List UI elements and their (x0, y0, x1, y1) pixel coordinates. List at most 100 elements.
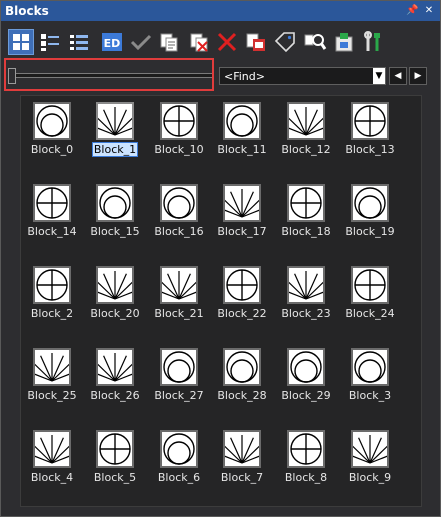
block-item[interactable]: Block_28 (211, 342, 273, 422)
block-thumbnail[interactable] (33, 266, 71, 304)
block-item[interactable]: Block_18 (275, 178, 337, 258)
block-item[interactable]: Block_0 (21, 96, 83, 176)
tools-icon[interactable] (361, 30, 385, 54)
block-thumbnail[interactable] (96, 266, 134, 304)
find-icon[interactable] (303, 30, 327, 54)
block-item[interactable]: Block_14 (21, 178, 83, 258)
pin-icon[interactable]: 📌 (406, 4, 418, 18)
block-editor-icon[interactable]: ED (100, 30, 124, 54)
block-label-text: Block_8 (284, 471, 328, 484)
block-item[interactable]: Block_10 (148, 96, 210, 176)
block-label-text: Block_4 (30, 471, 74, 484)
block-label-text: Block_29 (281, 389, 331, 402)
block-label: Block_7 (211, 470, 273, 485)
block-item[interactable]: Block_8 (275, 424, 337, 504)
block-thumbnail[interactable] (160, 184, 198, 222)
block-item[interactable]: Block_20 (84, 260, 146, 340)
checkmark-icon[interactable] (129, 30, 153, 54)
chevron-down-icon[interactable]: ▼ (373, 68, 385, 84)
block-thumbnail[interactable] (351, 348, 389, 386)
block-item[interactable]: Block_11 (211, 96, 273, 176)
block-label-text: Block_14 (27, 225, 77, 238)
block-thumbnail[interactable] (33, 348, 71, 386)
block-item[interactable]: Block_3 (339, 342, 401, 422)
block-item[interactable]: Block_6 (148, 424, 210, 504)
block-thumbnail[interactable] (96, 102, 134, 140)
block-item[interactable]: Block_13 (339, 96, 401, 176)
block-thumbnail[interactable] (160, 102, 198, 140)
block-thumbnail[interactable] (33, 430, 71, 468)
insert-icon[interactable] (332, 30, 356, 54)
block-thumbnail[interactable] (223, 430, 261, 468)
previous-result-button[interactable]: ◀ (389, 67, 407, 85)
block-label: Block_0 (21, 142, 83, 157)
block-item[interactable]: Block_15 (84, 178, 146, 258)
block-item[interactable]: Block_24 (339, 260, 401, 340)
copy-block-icon[interactable] (157, 30, 181, 54)
block-item[interactable]: Block_17 (211, 178, 273, 258)
block-thumbnail[interactable] (351, 102, 389, 140)
block-item[interactable]: Block_25 (21, 342, 83, 422)
block-thumbnail[interactable] (96, 430, 134, 468)
block-item[interactable]: Block_21 (148, 260, 210, 340)
block-item[interactable]: Block_22 (211, 260, 273, 340)
paste-block-icon[interactable] (244, 30, 268, 54)
next-result-button[interactable]: ▶ (409, 67, 427, 85)
list-view-icon[interactable] (67, 30, 91, 54)
block-label-text: Block_23 (281, 307, 331, 320)
red-x-icon[interactable] (215, 30, 239, 54)
block-thumbnail[interactable] (287, 102, 325, 140)
block-label-text: Block_7 (220, 471, 264, 484)
tag-icon[interactable] (273, 30, 297, 54)
block-thumbnail[interactable] (223, 184, 261, 222)
block-label-text: Block_2 (30, 307, 74, 320)
large-icons-view-icon[interactable] (8, 29, 34, 55)
block-item[interactable]: Block_16 (148, 178, 210, 258)
block-item[interactable]: Block_5 (84, 424, 146, 504)
block-item[interactable]: Block_27 (148, 342, 210, 422)
block-label-text: Block_16 (154, 225, 204, 238)
block-thumbnail[interactable] (351, 430, 389, 468)
block-item[interactable]: Block_7 (211, 424, 273, 504)
block-thumbnail[interactable] (287, 348, 325, 386)
block-item[interactable]: Block_12 (275, 96, 337, 176)
delete-block-icon[interactable] (187, 30, 211, 54)
block-thumbnail[interactable] (287, 430, 325, 468)
block-label-text: Block_19 (345, 225, 395, 238)
block-thumbnail[interactable] (223, 266, 261, 304)
block-thumbnail[interactable] (287, 184, 325, 222)
close-icon[interactable]: ✕ (423, 4, 435, 18)
block-thumbnail[interactable] (160, 348, 198, 386)
block-thumbnail[interactable] (160, 266, 198, 304)
block-thumbnail[interactable] (96, 348, 134, 386)
block-item[interactable]: Block_9 (339, 424, 401, 504)
block-label: Block_23 (275, 306, 337, 321)
block-thumbnail[interactable] (223, 348, 261, 386)
block-item[interactable]: Block_1 (84, 96, 146, 176)
block-label-text: Block_12 (281, 143, 331, 156)
block-label-text: Block_17 (217, 225, 267, 238)
title-bar: Blocks 📌 ✕ (1, 1, 440, 21)
block-item[interactable]: Block_23 (275, 260, 337, 340)
block-thumbnail[interactable] (33, 102, 71, 140)
block-thumbnail[interactable] (351, 184, 389, 222)
block-item[interactable]: Block_26 (84, 342, 146, 422)
find-input[interactable]: <Find> (219, 67, 386, 85)
block-item[interactable]: Block_4 (21, 424, 83, 504)
block-label: Block_10 (148, 142, 210, 157)
block-label-text: Block_1 (91, 142, 139, 157)
block-label: Block_3 (339, 388, 401, 403)
block-thumbnail[interactable] (287, 266, 325, 304)
block-label-text: Block_28 (217, 389, 267, 402)
block-thumbnail[interactable] (33, 184, 71, 222)
block-thumbnail[interactable] (160, 430, 198, 468)
block-item[interactable]: Block_2 (21, 260, 83, 340)
block-item[interactable]: Block_19 (339, 178, 401, 258)
block-thumbnail[interactable] (223, 102, 261, 140)
block-item[interactable]: Block_29 (275, 342, 337, 422)
block-label: Block_9 (339, 470, 401, 485)
block-label: Block_24 (339, 306, 401, 321)
small-icons-view-icon[interactable] (38, 30, 62, 54)
block-thumbnail[interactable] (351, 266, 389, 304)
block-thumbnail[interactable] (96, 184, 134, 222)
